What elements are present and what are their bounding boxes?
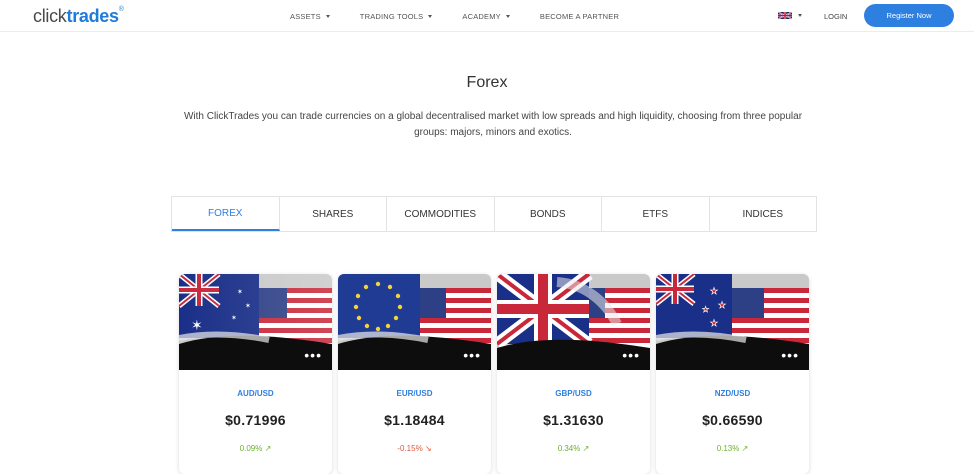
instrument-change: 0.13% ↗ (656, 444, 809, 453)
more-options-icon[interactable]: ••• (304, 348, 322, 362)
trend-up-icon: ↗ (741, 444, 749, 453)
change-value: 0.09% (239, 444, 263, 453)
instrument-pair: GBP/USD (555, 389, 592, 398)
instrument-pair: AUD/USD (237, 389, 274, 398)
svg-text:★: ★ (710, 287, 718, 297)
menu-item-assets[interactable]: ASSETS (290, 12, 330, 21)
trend-down-icon: ↘ (424, 444, 432, 453)
language-caret-down-icon[interactable] (798, 14, 802, 17)
change-value: 0.13% (716, 444, 740, 453)
caret-down-icon (505, 15, 510, 18)
tab-forex[interactable]: FOREX (172, 197, 280, 231)
svg-text:★: ★ (702, 305, 709, 314)
top-navigation: clicktrades® ASSETS TRADING TOOLS ACADEM… (0, 0, 974, 32)
caret-down-icon (325, 15, 330, 18)
instrument-change: -0.15% ↘ (338, 444, 491, 453)
instrument-price: $0.66590 (702, 412, 763, 428)
instrument-card-gbpusd[interactable]: ••• GBP/USD $1.31630 0.34% ↗ (497, 274, 650, 474)
instrument-cards: ✶ ✶ ✶ ✶ ••• AUD/USD $0.71996 0.09% ↗ (179, 274, 809, 474)
instrument-card-eurusd[interactable]: ••• EUR/USD $1.18484 -0.15% ↘ (338, 274, 491, 474)
instrument-card-nzdusd[interactable]: ★ ★ ★ ★ ••• NZD/USD $0.66590 0.13% ↗ (656, 274, 809, 474)
asset-tabs: FOREX SHARES COMMODITIES BONDS ETFS INDI… (171, 196, 817, 232)
tab-etfs[interactable]: ETFS (602, 197, 710, 231)
instrument-price: $1.18484 (384, 412, 445, 428)
menu-item-trading-tools[interactable]: TRADING TOOLS (360, 12, 433, 21)
menu-item-label: ACADEMY (462, 12, 501, 21)
caret-down-icon (428, 15, 433, 18)
svg-text:★: ★ (718, 301, 726, 311)
instrument-pair: EUR/USD (396, 389, 433, 398)
trend-up-icon: ↗ (264, 444, 272, 453)
tab-shares[interactable]: SHARES (279, 197, 387, 231)
change-value: -0.15% (397, 444, 423, 453)
more-options-icon[interactable]: ••• (622, 348, 640, 362)
page-description: With ClickTrades you can trade currencie… (183, 111, 803, 138)
menu-item-academy[interactable]: ACADEMY (462, 12, 510, 21)
instrument-change: 0.09% ↗ (179, 444, 332, 453)
more-options-icon[interactable]: ••• (463, 348, 481, 362)
instrument-pair: NZD/USD (714, 389, 751, 398)
tab-indices[interactable]: INDICES (709, 197, 816, 231)
logo-text-click: click (33, 6, 67, 26)
menu-item-label: BECOME A PARTNER (539, 12, 620, 21)
uk-flag-icon[interactable] (778, 11, 792, 20)
instrument-change: 0.34% ↗ (497, 444, 650, 453)
login-link[interactable]: LOGIN (824, 12, 847, 21)
logo-registered-mark: ® (118, 6, 124, 13)
clicktrades-logo[interactable]: clicktrades® (33, 6, 124, 27)
instrument-price: $1.31630 (543, 412, 604, 428)
instrument-price: $0.71996 (225, 412, 286, 428)
change-value: 0.34% (557, 444, 581, 453)
tab-commodities[interactable]: COMMODITIES (387, 197, 495, 231)
page-title: Forex (466, 74, 508, 91)
menu-item-become-a-partner[interactable]: BECOME A PARTNER (540, 12, 619, 21)
logo-text-trades: trades (66, 6, 120, 26)
instrument-card-audusd[interactable]: ✶ ✶ ✶ ✶ ••• AUD/USD $0.71996 0.09% ↗ (179, 274, 332, 474)
menu-item-label: TRADING TOOLS (359, 12, 424, 21)
menu-item-label: ASSETS (290, 12, 321, 21)
more-options-icon[interactable]: ••• (781, 348, 799, 362)
trend-up-icon: ↗ (582, 444, 590, 453)
main-menu: ASSETS TRADING TOOLS ACADEMY BECOME A PA… (290, 12, 649, 21)
tab-bonds[interactable]: BONDS (494, 197, 602, 231)
register-now-button[interactable]: Register Now (864, 4, 954, 27)
svg-text:★: ★ (710, 319, 718, 329)
